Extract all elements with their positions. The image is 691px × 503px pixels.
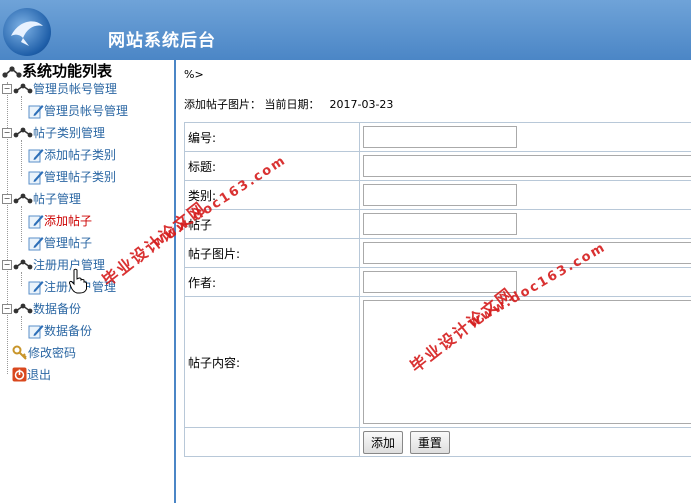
tree-line <box>21 206 22 242</box>
tree-network-icon <box>13 83 33 94</box>
sidebar-item-add-category[interactable]: 添加帖子类别 <box>28 146 116 163</box>
sidebar-item-add-post[interactable]: 添加帖子 <box>28 212 92 229</box>
field-cell <box>359 180 691 210</box>
change-password-label: 修改密码 <box>28 346 77 360</box>
form-row: 类别: <box>184 180 691 210</box>
sidebar-group-label: 数据备份 <box>33 302 82 316</box>
tree-network-icon <box>13 259 33 270</box>
collapse-icon[interactable]: − <box>2 303 12 314</box>
field-cell <box>359 122 691 152</box>
sidebar-item-label: 添加帖子类别 <box>44 148 117 162</box>
date-label: 当前日期： <box>264 98 320 111</box>
tree-line <box>21 316 22 330</box>
field-cell <box>359 209 691 239</box>
tree-line <box>21 140 22 176</box>
field-label: 帖子图片: <box>184 238 360 268</box>
sidebar-item-manage-category[interactable]: 管理帖子类别 <box>28 168 116 185</box>
tree-network-icon <box>13 127 33 138</box>
image-input[interactable] <box>363 242 691 264</box>
field-cell <box>359 238 691 268</box>
edit-document-icon <box>28 324 44 338</box>
main-content: %> 添加帖子图片： 当前日期： 2017-03-23 编号: 标题: 类别: 帖… <box>176 60 691 503</box>
edit-document-icon <box>28 170 44 184</box>
form-row: 作者: <box>184 267 691 297</box>
collapse-icon[interactable]: − <box>2 193 12 204</box>
page-info: 添加帖子图片： 当前日期： 2017-03-23 <box>184 96 393 112</box>
edit-document-icon <box>28 236 44 250</box>
form-row: 添加 重置 <box>184 427 691 457</box>
tree-network-icon <box>2 65 22 78</box>
title-input[interactable] <box>363 155 691 177</box>
field-label: 作者: <box>184 267 360 297</box>
edit-document-icon <box>28 214 44 228</box>
tree-line <box>21 272 22 286</box>
logout-label: 退出 <box>27 368 52 382</box>
sidebar-item-label: 数据备份 <box>44 324 93 338</box>
edit-document-icon <box>28 148 44 162</box>
sidebar-item-backup[interactable]: 数据备份 <box>28 322 92 339</box>
field-label <box>184 427 360 457</box>
collapse-icon[interactable]: − <box>2 127 12 138</box>
sidebar-item-label: 管理员帐号管理 <box>44 104 129 118</box>
tree-network-icon <box>13 303 33 314</box>
power-icon <box>12 367 27 382</box>
add-button[interactable]: 添加 <box>363 430 404 454</box>
tree-root: 系统功能列表 <box>2 60 112 81</box>
id-input[interactable] <box>363 126 517 148</box>
sidebar-item-label: 管理帖子类别 <box>44 170 117 184</box>
reset-button[interactable]: 重置 <box>409 430 450 454</box>
collapse-icon[interactable]: − <box>2 259 12 270</box>
sidebar-item-admin-manage[interactable]: 管理员帐号管理 <box>28 102 128 119</box>
sidebar-item-manage-post[interactable]: 管理帖子 <box>28 234 92 251</box>
date-value: 2017-03-23 <box>329 98 394 111</box>
sidebar-group-label: 帖子类别管理 <box>33 126 106 140</box>
field-cell: 添加 重置 <box>359 427 691 457</box>
change-password-link[interactable]: 修改密码 <box>12 344 76 361</box>
site-title: 网站系统后台 <box>108 31 216 51</box>
tree-root-label: 系统功能列表 <box>22 62 113 80</box>
form-row: 编号: <box>184 122 691 152</box>
sidebar-group-label: 管理员帐号管理 <box>33 82 118 96</box>
logout-link[interactable]: 退出 <box>12 366 51 383</box>
hand-cursor-icon <box>68 268 87 294</box>
header-bar: 网站系统后台 <box>0 0 691 60</box>
edit-document-icon <box>28 280 44 294</box>
key-icon <box>12 345 27 360</box>
field-label: 帖子内容: <box>184 296 360 428</box>
stray-text: %> <box>184 68 204 81</box>
sidebar-group-users[interactable]: − 注册用户管理 <box>2 256 105 273</box>
tree-network-icon <box>13 193 33 204</box>
sidebar-group-label: 帖子管理 <box>33 192 82 206</box>
post-input[interactable] <box>363 213 517 235</box>
sidebar-group-backup[interactable]: − 数据备份 <box>2 300 81 317</box>
page-label: 添加帖子图片： <box>184 98 261 111</box>
sidebar-group-post[interactable]: − 帖子管理 <box>2 190 81 207</box>
sidebar-tree: 系统功能列表 − 管理员帐号管理 管理员帐号管理 − 帖子类别管理 添加帖子类别 管… <box>0 60 176 503</box>
dolphin-logo <box>3 8 51 56</box>
sidebar-group-admin[interactable]: − 管理员帐号管理 <box>2 80 117 97</box>
sidebar-item-label: 添加帖子 <box>44 214 93 228</box>
sidebar-group-category[interactable]: − 帖子类别管理 <box>2 124 105 141</box>
form-row: 帖子图片: <box>184 238 691 268</box>
category-input[interactable] <box>363 184 517 206</box>
field-label: 编号: <box>184 122 360 152</box>
edit-document-icon <box>28 104 44 118</box>
tree-line <box>21 96 22 110</box>
sidebar-item-label: 管理帖子 <box>44 236 93 250</box>
field-cell <box>359 151 691 181</box>
collapse-icon[interactable]: − <box>2 83 12 94</box>
form-row: 帖子 <box>184 209 691 239</box>
